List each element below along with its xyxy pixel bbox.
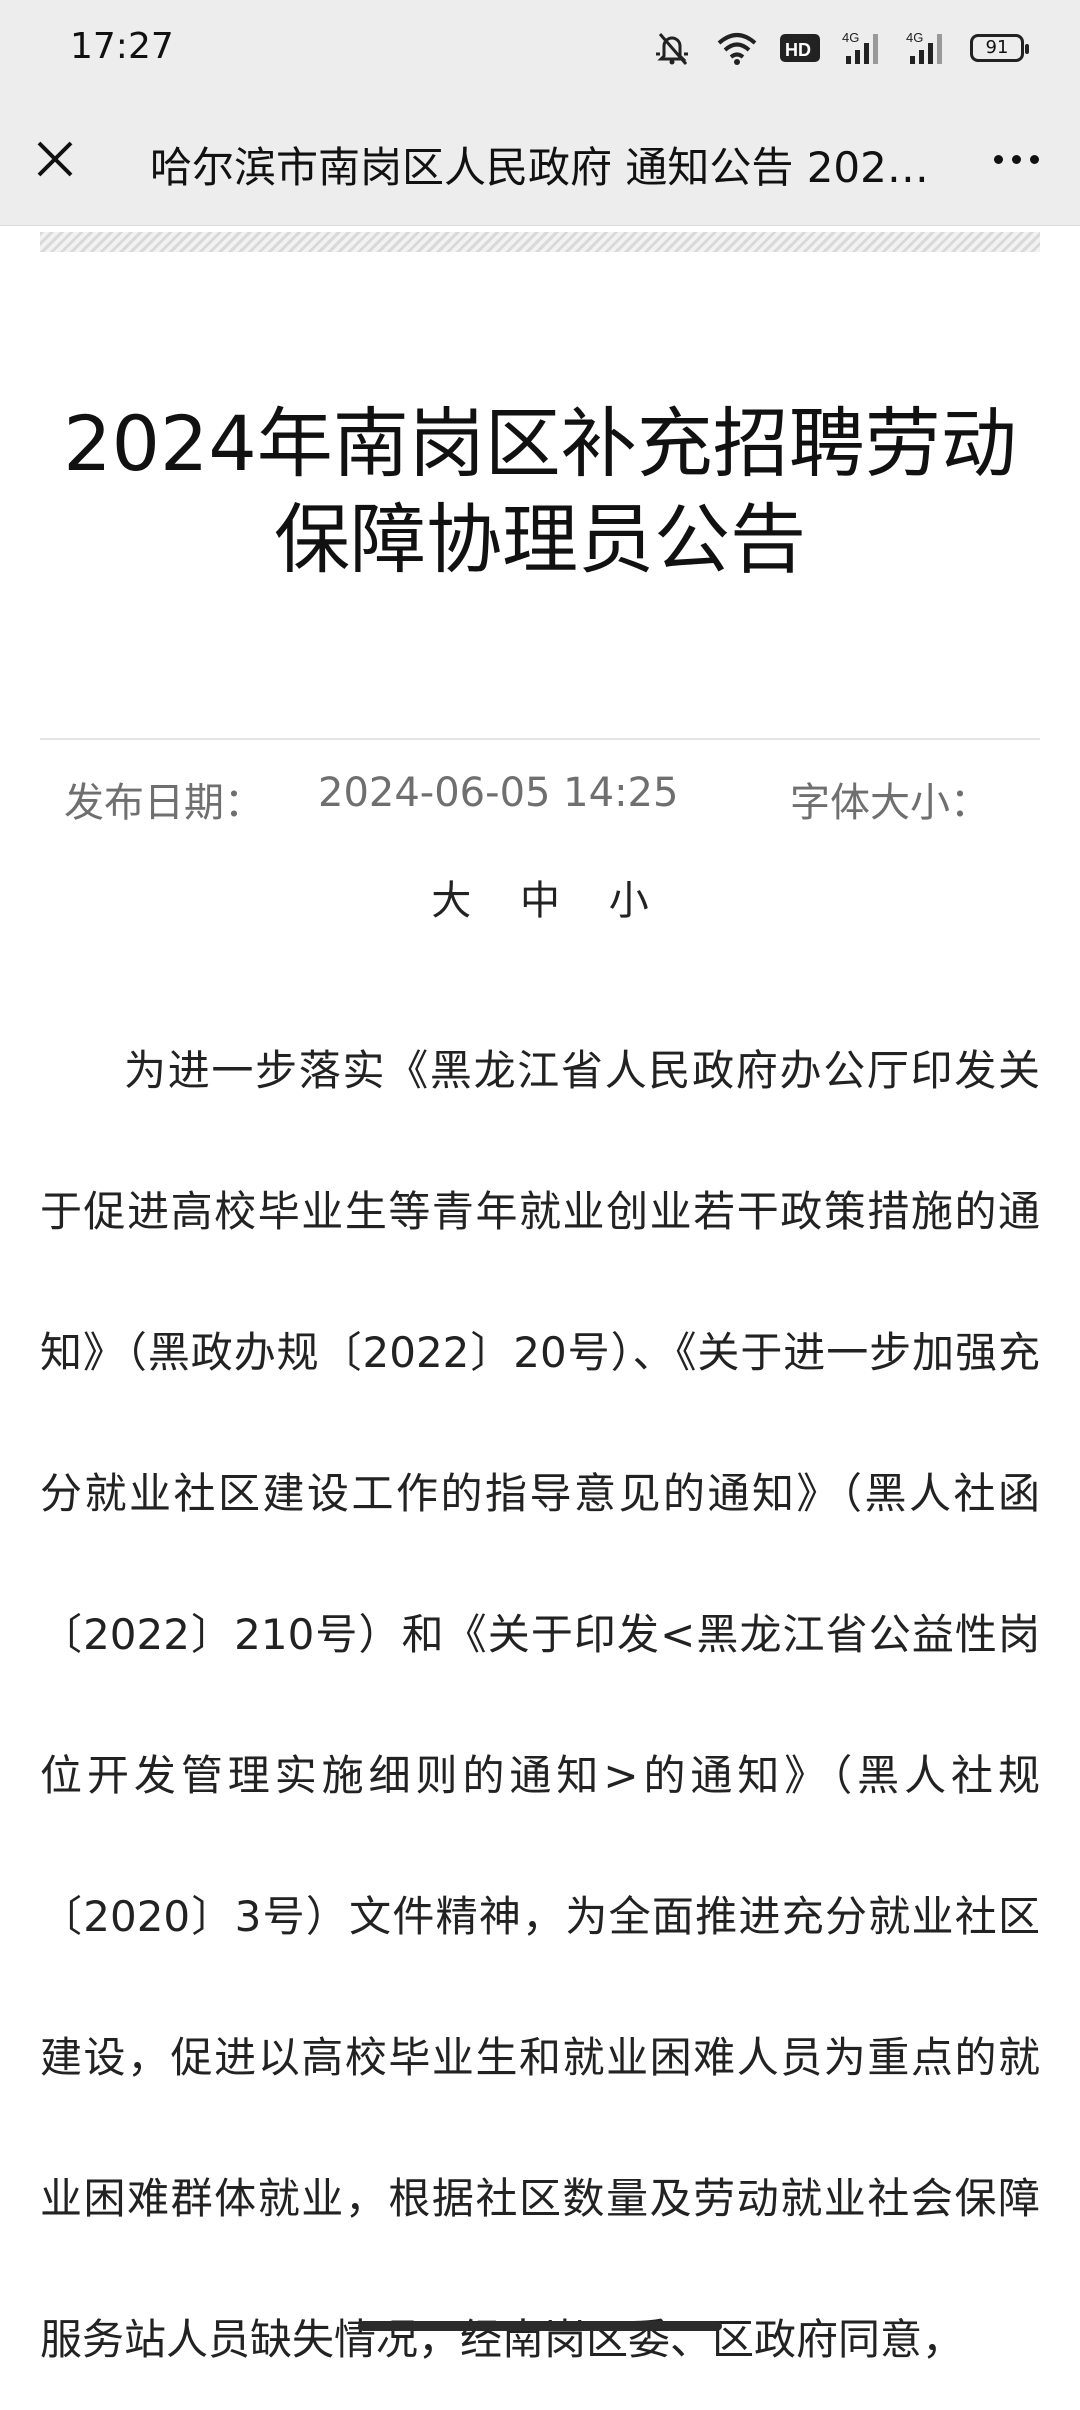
bell-muted-icon xyxy=(656,33,688,65)
article-title: 2024年南岗区补充招聘劳动保障协理员公告 xyxy=(63,399,1017,584)
hd-icon: HD xyxy=(780,34,820,62)
status-time: 17:27 xyxy=(70,26,174,67)
page-title: 哈尔滨市南岗区人民政府 通知公告 2024年南岗区补充招聘劳动保障协理员公告 xyxy=(150,143,930,192)
battery-icon: 91 xyxy=(970,34,1029,62)
network-label: 4G xyxy=(906,30,923,45)
title-bar: 哈尔滨市南岗区人民政府 通知公告 2024年南岗区补充招聘劳动保障协理员公告 xyxy=(0,96,1080,226)
publish-date: 2024-06-05 14:25 xyxy=(318,770,679,816)
font-size-label: 字体大小： xyxy=(790,780,990,826)
decorative-stripe xyxy=(40,232,1040,252)
article-body: 为进一步落实《黑龙江省人民政府办公厅印发关于促进高校毕业生等青年就业创业若干政策… xyxy=(40,1046,1040,2364)
publish-date-label: 发布日期： xyxy=(64,780,264,826)
font-size-options: 大 中 小 xyxy=(0,868,1080,926)
hd-label: HD xyxy=(785,40,811,60)
more-button[interactable] xyxy=(980,126,1052,192)
home-indicator[interactable] xyxy=(358,2321,722,2331)
signal-4g-icon: 4G xyxy=(906,30,942,64)
font-size-medium[interactable]: 中 xyxy=(520,868,560,926)
font-size-large[interactable]: 大 xyxy=(431,868,471,926)
wifi-icon xyxy=(717,33,757,65)
more-icon xyxy=(993,154,1003,164)
close-button[interactable] xyxy=(22,126,88,192)
article-meta: 发布日期： 2024-06-05 14:25 字体大小： xyxy=(40,762,1040,826)
network-label: 4G xyxy=(842,30,859,45)
font-size-small[interactable]: 小 xyxy=(609,868,649,926)
divider xyxy=(40,738,1040,740)
battery-level: 91 xyxy=(985,37,1009,58)
signal-4g-icon: 4G xyxy=(842,30,878,64)
close-icon xyxy=(37,141,73,177)
status-bar: 17:27 HD 4G 4G 91 xyxy=(0,0,1080,96)
status-icons: HD 4G 4G 91 xyxy=(650,28,1029,68)
